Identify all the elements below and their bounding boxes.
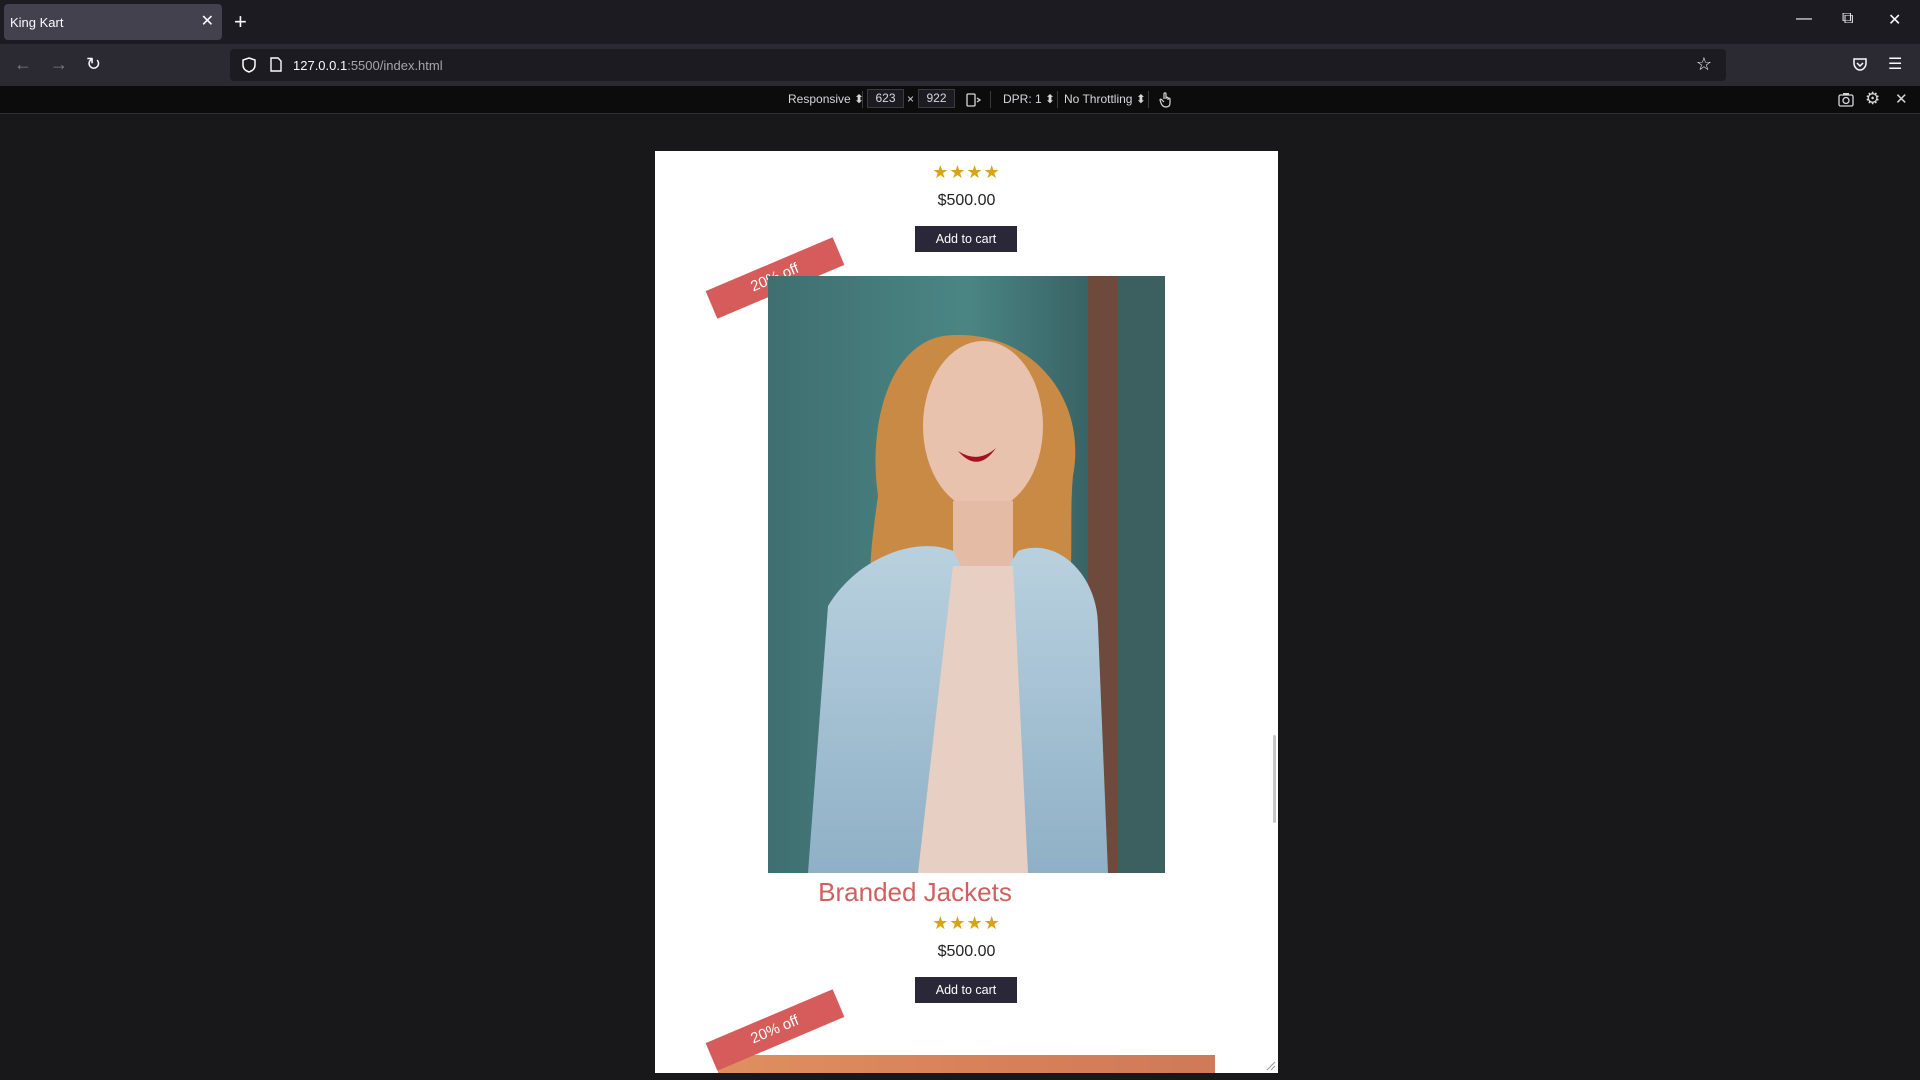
scrollbar-thumb[interactable]: [1273, 735, 1276, 823]
responsive-design-toolbar: Responsive ⬍ 623 × 922 DPR: 1 ⬍ No Throt…: [0, 86, 1920, 114]
back-arrow-icon[interactable]: ←: [14, 54, 32, 75]
pocket-icon[interactable]: [1852, 56, 1868, 72]
url-text[interactable]: 127.0.0.1:5500/index.html: [293, 58, 443, 73]
page-icon[interactable]: [270, 57, 282, 72]
tab-title: King Kart: [10, 15, 64, 30]
rating-stars: ★★★★: [932, 913, 1001, 933]
touch-simulation-icon[interactable]: [1158, 91, 1174, 108]
settings-gear-icon[interactable]: ⚙: [1865, 89, 1880, 109]
toolbar-divider: [862, 91, 863, 108]
browser-tab[interactable]: King Kart ✕: [4, 4, 222, 40]
address-bar[interactable]: 127.0.0.1:5500/index.html ☆: [230, 49, 1726, 81]
device-viewport[interactable]: ★★★★ $500.00 Add to cart 20% off Branded…: [655, 151, 1278, 1073]
viewport-height-input[interactable]: 922: [918, 89, 955, 108]
toolbar-divider: [990, 91, 991, 108]
add-to-cart-button[interactable]: Add to cart: [915, 977, 1017, 1003]
navigation-toolbar: ← → ↻ 127.0.0.1:5500/index.html ☆ ☰: [0, 44, 1920, 86]
throttling-selector[interactable]: No Throttling ⬍: [1064, 92, 1146, 106]
product-price: $500.00: [937, 943, 996, 960]
screenshot-camera-icon[interactable]: [1838, 92, 1854, 107]
shield-icon[interactable]: [242, 57, 256, 73]
tab-close-icon[interactable]: ✕: [201, 11, 214, 31]
resize-handle-icon[interactable]: [1266, 1061, 1276, 1071]
restore-icon[interactable]: ⧉: [1842, 10, 1853, 28]
reload-icon[interactable]: ↻: [86, 54, 101, 75]
menu-hamburger-icon[interactable]: ☰: [1888, 54, 1902, 74]
url-host: 127.0.0.1: [293, 58, 348, 73]
rotate-viewport-icon[interactable]: [965, 92, 981, 108]
window-close-icon[interactable]: ✕: [1888, 10, 1901, 30]
close-rdm-icon[interactable]: ✕: [1895, 90, 1908, 108]
device-selector[interactable]: Responsive ⬍: [788, 92, 864, 106]
forward-arrow-icon[interactable]: →: [50, 54, 68, 75]
toolbar-divider: [1148, 91, 1149, 108]
product-image-jacket[interactable]: [768, 276, 1165, 873]
rdm-stage: ★★★★ $500.00 Add to cart 20% off Branded…: [0, 114, 1920, 1080]
minimize-icon[interactable]: —: [1796, 10, 1812, 28]
rating-stars: ★★★★: [932, 162, 1001, 182]
viewport-width-input[interactable]: 623: [867, 89, 904, 108]
dpr-selector[interactable]: DPR: 1 ⬍: [1003, 92, 1055, 106]
bookmark-star-icon[interactable]: ☆: [1696, 54, 1712, 75]
toolbar-divider: [1057, 91, 1058, 108]
new-tab-button[interactable]: +: [234, 8, 247, 36]
add-to-cart-button[interactable]: Add to cart: [915, 226, 1017, 252]
product-price: $500.00: [937, 192, 996, 209]
tab-bar: King Kart ✕ + — ⧉ ✕: [0, 0, 1920, 44]
dimension-separator: ×: [907, 92, 915, 106]
product-name[interactable]: Branded Jackets: [655, 877, 1175, 908]
product-image-next[interactable]: [718, 1055, 1215, 1073]
url-path: :5500/index.html: [347, 58, 443, 73]
